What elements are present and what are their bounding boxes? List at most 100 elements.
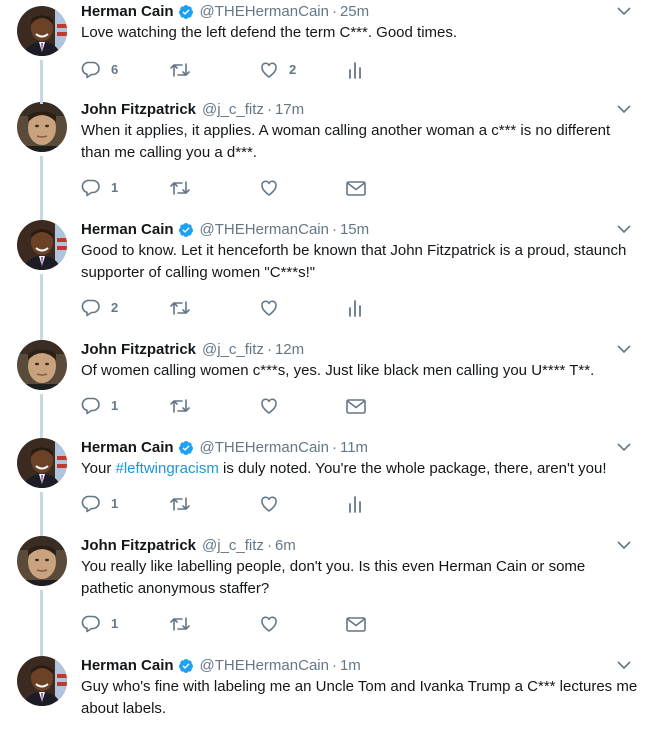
tweet-timestamp[interactable]: 17m: [275, 100, 304, 120]
hashtag-link[interactable]: #leftwingracism: [115, 460, 218, 477]
chevron-down-icon[interactable]: [617, 342, 631, 356]
chevron-down-icon[interactable]: [617, 538, 631, 552]
reply-button[interactable]: 1: [81, 396, 118, 416]
tweet-timestamp[interactable]: 25m: [340, 2, 369, 22]
reply-button[interactable]: 2: [81, 298, 118, 318]
tweet-actions: 1: [81, 614, 381, 634]
tweet-header: Herman Cain @THEHermanCain · 1m: [81, 656, 361, 676]
separator-dot: ·: [266, 101, 272, 118]
reply-count: 2: [111, 300, 119, 315]
herman-cain-avatar-image: [17, 220, 67, 270]
retweet-button[interactable]: [169, 298, 191, 318]
author-handle[interactable]: @j_c_fitz: [202, 100, 264, 120]
tweet-actions: 1: [81, 178, 381, 198]
analytics-button[interactable]: [346, 60, 364, 80]
analytics-icon: [349, 496, 361, 513]
avatar[interactable]: [17, 656, 67, 706]
tweet-header: John Fitzpatrick @j_c_fitz · 17m: [81, 100, 304, 120]
tweet-actions: 1: [81, 396, 381, 416]
direct-message-button[interactable]: [345, 396, 367, 416]
author-handle[interactable]: @THEHermanCain: [200, 220, 329, 240]
tweet[interactable]: Herman Cain @THEHermanCain · 25m Love wa…: [0, 2, 659, 104]
author-name[interactable]: Herman Cain: [81, 656, 174, 676]
like-button[interactable]: [259, 614, 279, 634]
author-name[interactable]: John Fitzpatrick: [81, 536, 196, 556]
analytics-icon: [349, 300, 361, 317]
direct-message-button[interactable]: [345, 614, 367, 634]
like-button[interactable]: [259, 178, 279, 198]
direct-message-button[interactable]: [345, 178, 367, 198]
retweet-button[interactable]: [169, 60, 191, 80]
tweet-timestamp[interactable]: 6m: [275, 536, 296, 556]
avatar[interactable]: [17, 340, 67, 390]
reply-icon: [81, 61, 100, 79]
tweet[interactable]: Herman Cain @THEHermanCain · 1m Guy who'…: [0, 656, 659, 729]
retweet-button[interactable]: [169, 614, 191, 634]
avatar[interactable]: [17, 220, 67, 270]
retweet-icon: [170, 181, 190, 195]
tweet-text: Your #leftwingracism is duly noted. You'…: [81, 458, 641, 480]
retweet-icon: [170, 399, 190, 413]
herman-cain-avatar-image: [17, 6, 67, 56]
reply-count: 1: [111, 398, 119, 413]
avatar[interactable]: [17, 6, 67, 56]
herman-cain-avatar-image: [17, 656, 67, 706]
reply-button[interactable]: 1: [81, 614, 118, 634]
author-name[interactable]: John Fitzpatrick: [81, 340, 196, 360]
retweet-button[interactable]: [169, 396, 191, 416]
tweet-timestamp[interactable]: 15m: [340, 220, 369, 240]
retweet-icon: [170, 63, 190, 77]
tweet-header: John Fitzpatrick @j_c_fitz · 6m: [81, 536, 296, 556]
like-button[interactable]: [259, 494, 279, 514]
tweet-actions: 1: [81, 494, 381, 514]
avatar[interactable]: [17, 536, 67, 586]
author-handle[interactable]: @j_c_fitz: [202, 536, 264, 556]
author-handle[interactable]: @j_c_fitz: [202, 340, 264, 360]
reply-button[interactable]: 1: [81, 178, 118, 198]
verified-badge-icon: [178, 223, 193, 237]
thread-connector-line: [40, 492, 43, 538]
verified-badge-icon: [178, 659, 193, 673]
analytics-button[interactable]: [346, 494, 364, 514]
chevron-down-icon[interactable]: [617, 102, 631, 116]
reply-button[interactable]: 6: [81, 60, 118, 80]
author-handle[interactable]: @THEHermanCain: [200, 656, 329, 676]
avatar[interactable]: [17, 102, 67, 152]
author-name[interactable]: John Fitzpatrick: [81, 100, 196, 120]
author-name[interactable]: Herman Cain: [81, 2, 174, 22]
chevron-down-icon[interactable]: [617, 222, 631, 236]
author-name[interactable]: Herman Cain: [81, 220, 174, 240]
like-button[interactable]: [259, 298, 279, 318]
tweet[interactable]: Herman Cain @THEHermanCain · 11m Your #l…: [0, 438, 659, 538]
avatar[interactable]: [17, 438, 67, 488]
tweet-actions: 2: [81, 298, 381, 318]
tweet[interactable]: John Fitzpatrick @j_c_fitz · 12m Of wome…: [0, 340, 659, 440]
author-handle[interactable]: @THEHermanCain: [200, 2, 329, 22]
tweet-text: Good to know. Let it henceforth be known…: [81, 242, 627, 281]
tweet-header: Herman Cain @THEHermanCain · 11m: [81, 438, 368, 458]
author-name[interactable]: Herman Cain: [81, 438, 174, 458]
analytics-button[interactable]: [346, 298, 364, 318]
tweet-timestamp[interactable]: 11m: [340, 438, 368, 458]
like-button[interactable]: [259, 396, 279, 416]
reply-count: 1: [111, 496, 119, 511]
chevron-down-icon[interactable]: [617, 4, 631, 18]
author-handle[interactable]: @THEHermanCain: [200, 438, 329, 458]
reply-button[interactable]: 1: [81, 494, 118, 514]
retweet-button[interactable]: [169, 178, 191, 198]
tweet-timestamp[interactable]: 1m: [340, 656, 361, 676]
envelope-icon: [346, 181, 366, 196]
retweet-button[interactable]: [169, 494, 191, 514]
chevron-down-icon[interactable]: [617, 440, 631, 454]
separator-dot: ·: [331, 657, 337, 674]
like-button[interactable]: 2: [259, 60, 296, 80]
tweet[interactable]: Herman Cain @THEHermanCain · 15m Good to…: [0, 220, 659, 340]
heart-icon: [261, 300, 277, 316]
tweet[interactable]: John Fitzpatrick @j_c_fitz · 6m You real…: [0, 536, 659, 658]
tweet-timestamp[interactable]: 12m: [275, 340, 304, 360]
envelope-icon: [346, 617, 366, 632]
chevron-down-icon[interactable]: [617, 658, 631, 672]
verified-badge-icon: [178, 441, 193, 455]
tweet-header: Herman Cain @THEHermanCain · 15m: [81, 220, 369, 240]
tweet[interactable]: John Fitzpatrick @j_c_fitz · 17m When it…: [0, 98, 659, 222]
